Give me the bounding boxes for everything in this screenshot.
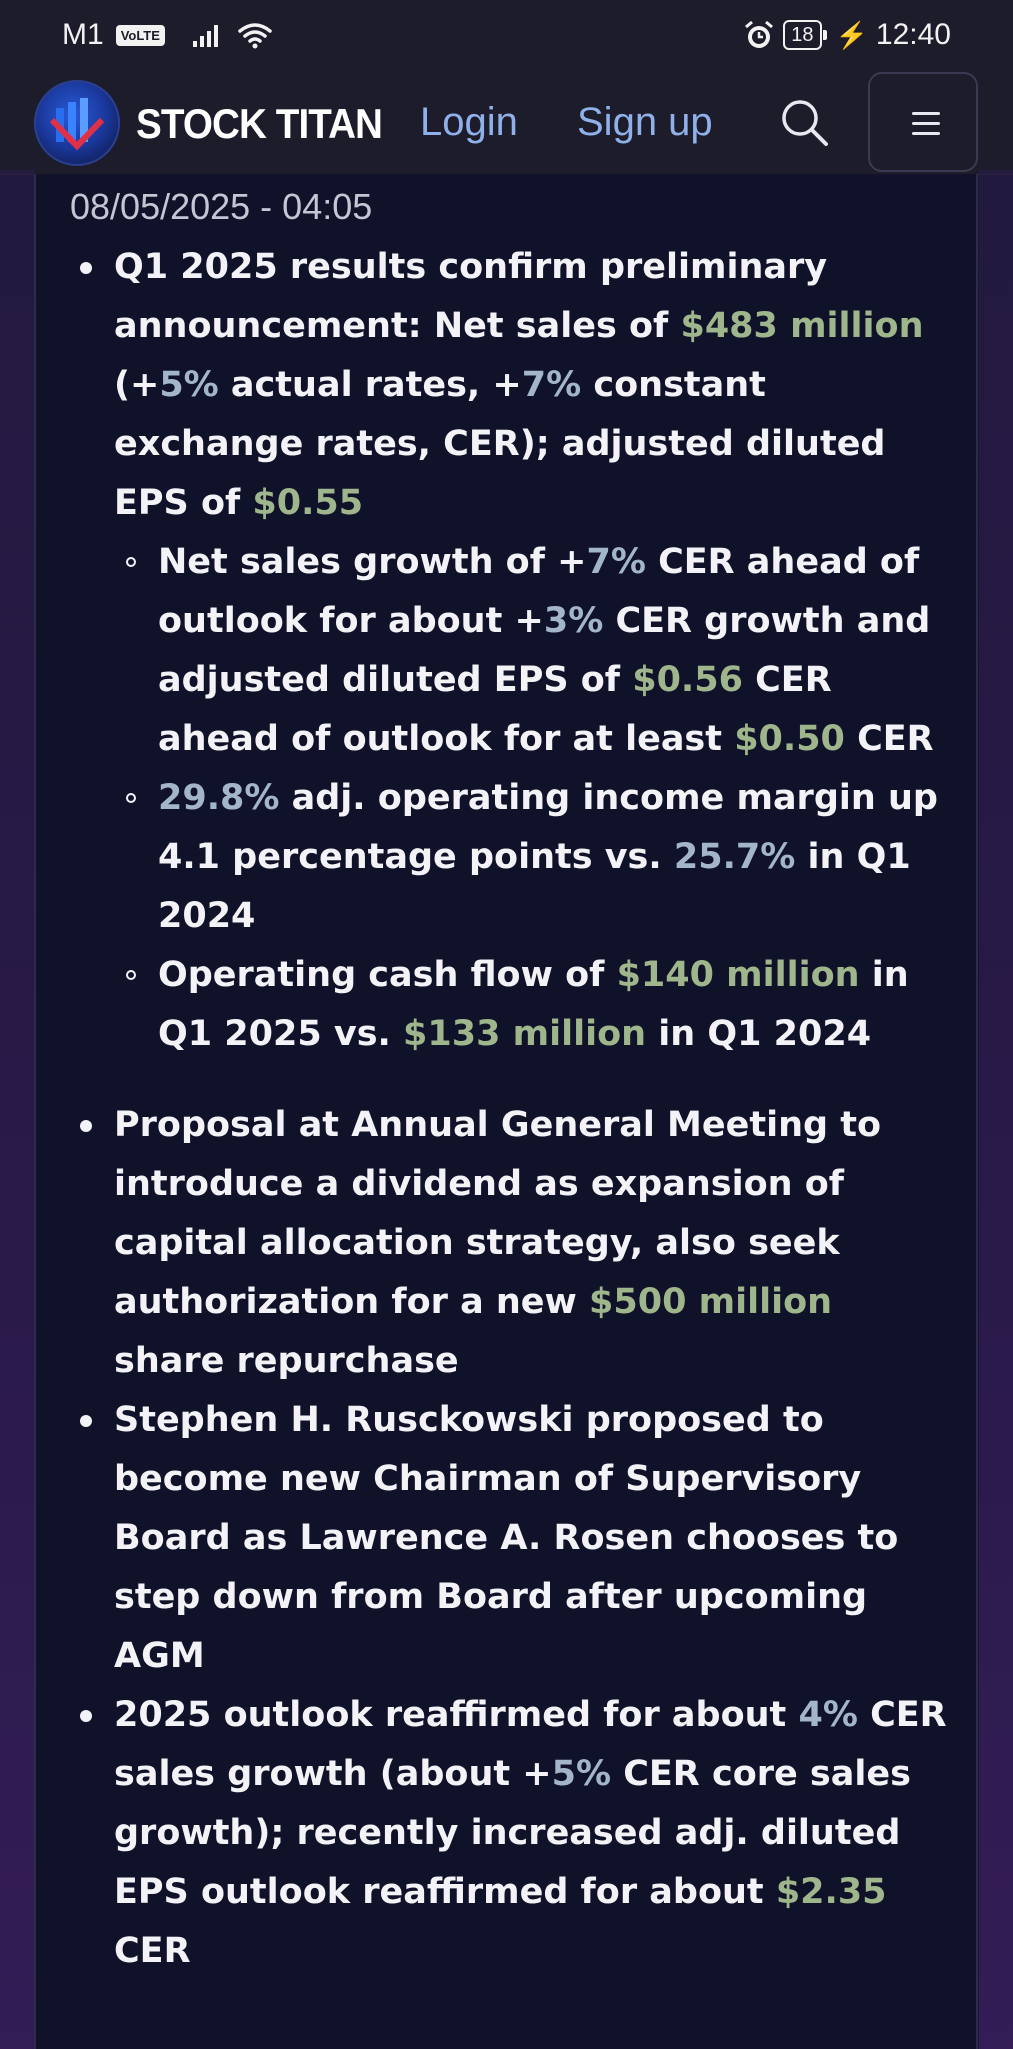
amount-value: $483 million [680,306,924,346]
search-icon[interactable] [776,94,832,150]
highlights-list: Q1 2025 results confirm preliminary anno… [36,238,980,1981]
sub-highlight-item: Net sales growth of +7% CER ahead of out… [126,533,950,769]
carrier-label: M1 [62,18,104,51]
percent-value: 5% [159,365,219,405]
amount-value: $0.56 [632,660,743,700]
text-run: Stephen H. Rusckowski proposed to become… [114,1400,899,1676]
amount-value: $140 million [616,955,860,995]
alarm-icon [745,20,774,48]
stock-titan-logo-icon[interactable] [34,80,120,166]
amount-value: $2.35 [775,1872,887,1912]
amount-value: $0.50 [734,719,845,759]
percent-value: 29.8% [158,778,280,818]
article-card: 08/05/2025 - 04:05 Q1 2025 results confi… [34,174,978,2049]
login-link[interactable]: Login [420,100,518,145]
text-run: in Q1 2024 [646,1014,872,1054]
right-gutter [979,170,1013,2049]
volte-badge: VoLTE [115,24,165,46]
text-run: 2025 outlook reaffirmed for about [114,1695,799,1735]
text-run: actual rates, + [218,365,522,405]
article-summary: Q1 2025 results confirm preliminary anno… [36,238,980,1981]
status-right: 18 ⚡ 12:40 [743,18,951,52]
clock: 12:40 [875,18,951,51]
amount-value: $0.55 [252,483,364,523]
sub-highlights-list: Net sales growth of +7% CER ahead of out… [114,533,950,1064]
text-run: CER [844,719,934,759]
amount-value: $133 million [403,1014,647,1054]
battery-indicator: 18 [783,20,827,50]
text-run: Net sales growth of + [158,542,587,582]
text-run: (+ [114,365,160,405]
highlight-item: Q1 2025 results confirm preliminary anno… [80,238,950,1064]
status-bar: M1 VoLTE 18 ⚡ 12:40 [0,0,1013,70]
text-run: CER [114,1931,191,1971]
charging-icon: ⚡ [835,19,868,50]
percent-value: 25.7% [673,837,796,877]
amount-value: $500 million [589,1282,833,1322]
highlight-item: 2025 outlook reaffirmed for about 4% CER… [80,1686,950,1981]
percent-value: 7% [521,365,582,405]
percent-value: 7% [586,542,646,582]
highlight-item: Stephen H. Rusckowski proposed to become… [80,1391,950,1686]
text-run: share repurchase [114,1341,459,1381]
percent-value: 3% [543,601,604,641]
hamburger-menu-button[interactable] [868,72,978,172]
brand-name[interactable]: STOCK TITAN [136,100,383,148]
sub-highlight-item: 29.8% adj. operating income margin up 4.… [126,769,950,946]
status-left: M1 VoLTE [62,18,272,52]
signup-link[interactable]: Sign up [577,100,713,145]
percent-value: 4% [798,1695,858,1735]
sub-highlight-item: Operating cash flow of $140 million in Q… [126,946,950,1064]
site-header: STOCK TITAN Login Sign up [0,70,1013,175]
percent-value: 5% [551,1754,612,1794]
wifi-icon [238,23,272,49]
article-dateline: 08/05/2025 - 04:05 [70,186,373,227]
signal-icon [192,23,218,47]
left-gutter [0,170,34,2049]
text-run: Operating cash flow of [158,955,617,995]
list-spacer [114,1064,950,1096]
highlight-item: Proposal at Annual General Meeting to in… [80,1096,950,1391]
